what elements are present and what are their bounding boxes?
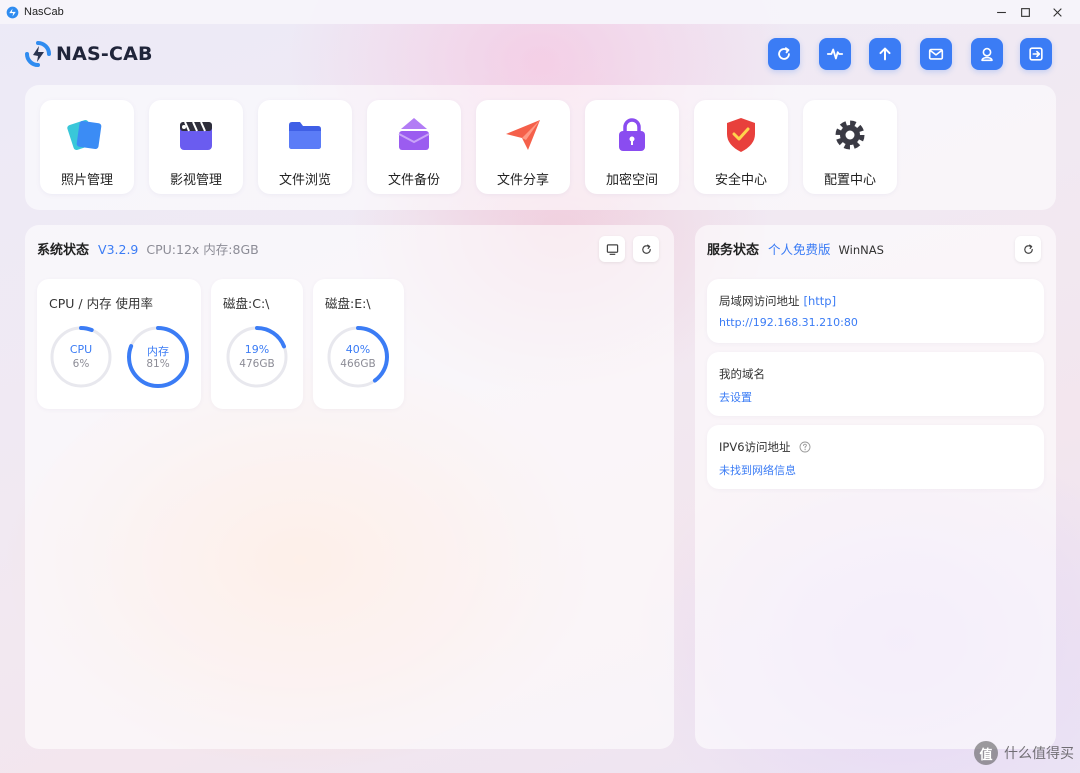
disk-c-usage-ring: 19% 476GB	[225, 325, 289, 389]
ring-label: CPU	[69, 343, 93, 356]
ring-value: 81%	[146, 358, 170, 370]
folder-icon	[289, 122, 321, 149]
ring-label: 19%	[244, 343, 270, 356]
card-title: 磁盘:C:\	[223, 296, 270, 311]
system-status-panel: 系统状态 V3.2.9 CPU:12x 内存:8GB CPU / 内存 使用率 …	[25, 225, 674, 749]
service-status-header: 服务状态 个人免费版 WinNAS	[707, 239, 884, 259]
app-logo-icon	[6, 6, 19, 18]
memory-usage-ring: 内存 81%	[126, 325, 190, 389]
lan-address-card: 局域网访问地址 [http] http://192.168.31.210:80	[707, 279, 1044, 343]
panel-title: 系统状态	[37, 243, 90, 258]
watermark-badge: 值	[974, 741, 998, 765]
refresh-icon	[1023, 244, 1033, 254]
nascab-logo-icon	[25, 41, 51, 67]
title-bar: NasCab	[0, 0, 1080, 24]
upload-icon	[879, 47, 891, 61]
app-tile-settings[interactable]: 配置中心	[803, 100, 897, 194]
lock-icon	[619, 118, 645, 151]
logout-icon	[1029, 47, 1043, 61]
app-label: 配置中心	[823, 173, 876, 188]
product-label: WinNAS	[838, 243, 884, 257]
close-button[interactable]	[1034, 0, 1080, 24]
ipv6-address-card: IPV6访问地址 未找到网络信息	[707, 425, 1044, 489]
cpu-usage-ring: CPU 6%	[49, 325, 113, 389]
app-launcher-panel: 照片管理 影视管理 文件浏览 文件备份 文件分享 加密空间 安全中心 配置中心	[25, 85, 1056, 210]
item-label: IPV6访问地址	[719, 440, 791, 454]
help-icon[interactable]	[799, 441, 811, 453]
app-tile-vault[interactable]: 加密空间	[585, 100, 679, 194]
brand-logo: NAS-CAB	[24, 40, 153, 68]
app-tile-backup[interactable]: 文件备份	[367, 100, 461, 194]
item-label: 我的域名	[719, 367, 765, 381]
ring-track	[50, 326, 112, 388]
watermark-text: 什么值得买	[1004, 746, 1074, 762]
card-title: 磁盘:E:\	[325, 296, 371, 311]
app-tile-share[interactable]: 文件分享	[476, 100, 570, 194]
lan-address-label: 局域网访问地址 [http]	[719, 293, 836, 309]
app-label: 安全中心	[714, 173, 767, 188]
monitor-button[interactable]	[599, 236, 625, 262]
refresh-icon	[778, 47, 790, 60]
app-label: 文件备份	[387, 173, 440, 188]
window-title: NasCab	[24, 6, 64, 18]
ring-label: 内存	[147, 345, 169, 358]
domain-card: 我的域名 去设置	[707, 352, 1044, 416]
maximize-icon	[1020, 7, 1030, 17]
upload-button[interactable]	[869, 38, 901, 70]
card-title: CPU / 内存 使用率	[49, 296, 154, 311]
app-tile-movies[interactable]: 影视管理	[149, 100, 243, 194]
app-label: 文件浏览	[278, 173, 331, 188]
domain-setup-link[interactable]: 去设置	[719, 389, 752, 405]
hardware-summary: CPU:12x 内存:8GB	[146, 242, 259, 257]
panel-title: 服务状态	[707, 243, 760, 258]
ring-label: 40%	[345, 343, 371, 356]
app-label: 照片管理	[60, 173, 113, 188]
close-icon	[1052, 7, 1062, 17]
ipv6-address-label: IPV6访问地址	[719, 439, 811, 455]
user-icon	[981, 47, 993, 62]
gear-icon	[835, 120, 865, 150]
service-status-panel: 服务状态 个人免费版 WinNAS 局域网访问地址 [http] http://…	[695, 225, 1056, 749]
item-label: 局域网访问地址	[719, 294, 800, 308]
user-button[interactable]	[971, 38, 1003, 70]
activity-icon	[826, 48, 844, 60]
lan-address-link[interactable]: http://192.168.31.210:80	[719, 316, 858, 329]
movie-icon	[180, 121, 212, 150]
ipv6-status-text: 未找到网络信息	[719, 464, 796, 477]
service-refresh-button[interactable]	[1015, 236, 1041, 262]
app-label: 加密空间	[605, 173, 658, 188]
refresh-button[interactable]	[768, 38, 800, 70]
mail-button[interactable]	[920, 38, 952, 70]
activity-button[interactable]	[819, 38, 851, 70]
disk-c-card: 磁盘:C:\ 19% 476GB	[211, 279, 303, 409]
ring-value: 476GB	[239, 358, 275, 370]
app-tile-files[interactable]: 文件浏览	[258, 100, 352, 194]
system-refresh-button[interactable]	[633, 236, 659, 262]
backup-icon	[398, 118, 430, 150]
edition-label: 个人免费版	[768, 242, 831, 257]
cpu-memory-card: CPU / 内存 使用率 CPU 6% 内存 81%	[37, 279, 201, 409]
version-label: V3.2.9	[98, 242, 139, 257]
refresh-icon	[641, 244, 651, 254]
shield-icon	[727, 118, 755, 152]
share-icon	[506, 120, 540, 150]
logout-button[interactable]	[1020, 38, 1052, 70]
disk-e-usage-ring: 40% 466GB	[326, 325, 390, 389]
protocol-tag: [http]	[803, 294, 837, 308]
app-tile-photos[interactable]: 照片管理	[40, 100, 134, 194]
app-tile-security[interactable]: 安全中心	[694, 100, 788, 194]
watermark: 值 什么值得买	[974, 741, 1074, 765]
mail-icon	[928, 48, 944, 60]
app-label: 影视管理	[169, 173, 222, 188]
monitor-icon	[606, 243, 618, 255]
app-label: 文件分享	[496, 173, 549, 188]
photos-icon	[67, 120, 102, 150]
ring-value: 6%	[72, 358, 90, 370]
domain-label: 我的域名	[719, 366, 765, 382]
logo-text: NAS-CAB	[56, 43, 153, 65]
system-status-header: 系统状态 V3.2.9 CPU:12x 内存:8GB	[37, 239, 259, 259]
disk-e-card: 磁盘:E:\ 40% 466GB	[313, 279, 404, 409]
ring-value: 466GB	[340, 358, 376, 370]
